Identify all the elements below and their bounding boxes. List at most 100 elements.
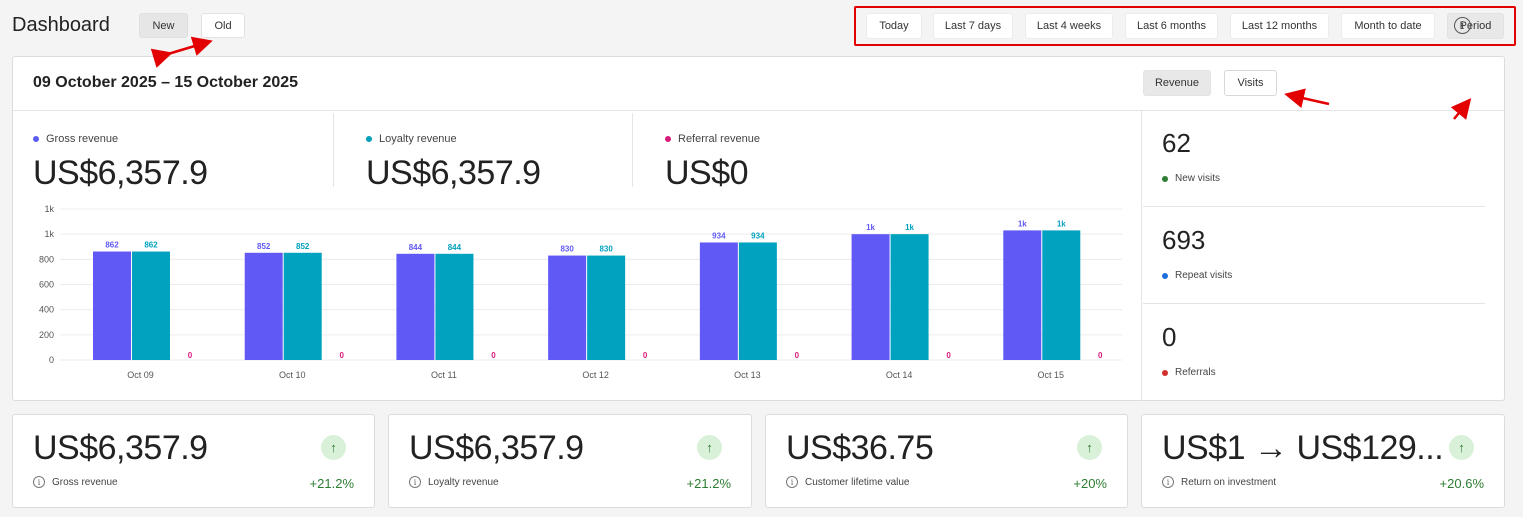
side-label-text: New visits: [1175, 173, 1221, 184]
kpi-label-text: Gross revenue: [52, 476, 118, 488]
metric-referral-value: US$0: [665, 154, 749, 192]
bar-loyalty-revenue: [890, 234, 929, 360]
kpi-label-text: Customer lifetime value: [805, 476, 910, 488]
referrals-dot-icon: [1162, 369, 1168, 376]
data-label: 830: [599, 245, 613, 254]
data-label: 862: [105, 241, 119, 250]
kpi-label: i Gross revenue: [33, 476, 118, 488]
side-label-text: Repeat visits: [1175, 270, 1233, 281]
data-label: 862: [144, 241, 158, 250]
kpi-card-roi: US$1 → US$129... ↑ i Return on investmen…: [1141, 414, 1505, 508]
y-tick-label: 0: [49, 355, 54, 365]
bar-gross-revenue: [1003, 230, 1042, 360]
metric-divider: [632, 113, 633, 187]
period-last-7-days-button[interactable]: Last 7 days: [933, 13, 1013, 39]
period-last-6-months-button[interactable]: Last 6 months: [1125, 13, 1218, 39]
data-label: 830: [560, 245, 574, 254]
side-divider-row: [1143, 206, 1485, 207]
revenue-mode-button[interactable]: Revenue: [1143, 70, 1211, 96]
period-today-button[interactable]: Today: [866, 13, 922, 39]
referrals-value: 0: [1162, 322, 1177, 352]
bar-loyalty-revenue: [1042, 230, 1081, 360]
period-last-4-weeks-button[interactable]: Last 4 weeks: [1025, 13, 1113, 39]
kpi-label-text: Loyalty revenue: [428, 476, 499, 488]
kpi-value: US$6,357.9: [409, 429, 584, 467]
x-tick-label: Oct 13: [734, 370, 761, 380]
new-visits-value: 62: [1162, 128, 1191, 158]
info-icon[interactable]: i: [1454, 17, 1471, 34]
kpi-value: US$36.75: [786, 429, 934, 467]
kpi-card-clv: US$36.75 ↑ i Customer lifetime value +20…: [765, 414, 1128, 508]
kpi-label-text: Return on investment: [1181, 476, 1277, 488]
kpi-label: i Loyalty revenue: [409, 476, 499, 488]
data-label: 0: [1098, 351, 1103, 360]
info-icon[interactable]: i: [33, 476, 45, 488]
metric-gross-value: US$6,357.9: [33, 154, 208, 192]
bar-gross-revenue: [699, 242, 738, 360]
bar-loyalty-revenue: [738, 242, 777, 360]
toggle-old-button[interactable]: Old: [201, 13, 245, 38]
data-label: 844: [448, 243, 462, 252]
bar-loyalty-revenue: [283, 252, 322, 360]
side-divider-row: [1143, 303, 1485, 304]
data-label: 0: [643, 351, 648, 360]
x-tick-label: Oct 10: [279, 370, 306, 380]
data-label: 934: [712, 231, 726, 240]
page-title: Dashboard: [12, 14, 110, 36]
data-label: 844: [409, 243, 423, 252]
period-last-12-months-button[interactable]: Last 12 months: [1230, 13, 1329, 39]
gross-dot-icon: [33, 136, 39, 142]
y-tick-label: 1k: [44, 204, 54, 214]
date-range: 09 October 2025 – 15 October 2025: [33, 74, 299, 91]
kpi-change: +20.6%: [1439, 476, 1484, 491]
data-label: 0: [946, 351, 951, 360]
data-label: 0: [795, 351, 800, 360]
kpi-change: +21.2%: [309, 476, 354, 491]
info-icon[interactable]: i: [1162, 476, 1174, 488]
bar-gross-revenue: [396, 253, 435, 360]
y-tick-label: 600: [39, 280, 54, 290]
data-label: 1k: [1018, 219, 1027, 228]
metric-divider: [333, 113, 334, 187]
new-visits-label: New visits: [1162, 173, 1220, 184]
info-icon[interactable]: i: [409, 476, 421, 488]
bar-loyalty-revenue: [587, 255, 626, 360]
kpi-change: +21.2%: [686, 476, 731, 491]
arrow-up-icon: ↑: [1077, 435, 1102, 460]
metric-gross-label: Gross revenue: [33, 133, 118, 145]
metric-label-text: Referral revenue: [678, 133, 760, 145]
visits-mode-button[interactable]: Visits: [1224, 70, 1277, 96]
repeat-visits-dot-icon: [1162, 272, 1168, 279]
kpi-card-gross: US$6,357.9 ↑ i Gross revenue +21.2%: [12, 414, 375, 508]
kpi-label: i Customer lifetime value: [786, 476, 909, 488]
x-tick-label: Oct 15: [1038, 370, 1065, 380]
header-divider: [13, 110, 1504, 111]
metric-loyalty-label: Loyalty revenue: [366, 133, 457, 145]
kpi-value: US$6,357.9: [33, 429, 208, 467]
revenue-bar-chart: 0 200 400 600 800 1k 1k 862 862 0 Oct 09 852 852 0 Oct…: [39, 204, 1122, 380]
arrow-up-icon: ↑: [321, 435, 346, 460]
referral-dot-icon: [665, 136, 671, 142]
data-label: 1k: [905, 223, 914, 232]
bar-loyalty-revenue: [435, 253, 474, 360]
data-label: 0: [491, 351, 496, 360]
x-tick-label: Oct 12: [582, 370, 609, 380]
annotation-arrow: [150, 36, 213, 68]
metric-referral-label: Referral revenue: [665, 133, 760, 145]
info-icon[interactable]: i: [786, 476, 798, 488]
bar-gross-revenue: [244, 252, 283, 360]
x-tick-label: Oct 14: [886, 370, 913, 380]
period-month-to-date-button[interactable]: Month to date: [1341, 13, 1435, 39]
side-divider: [1141, 110, 1142, 401]
bar-gross-revenue: [851, 234, 890, 360]
loyalty-dot-icon: [366, 136, 372, 142]
y-tick-label: 200: [39, 330, 54, 340]
kpi-value: US$1 → US$129...: [1162, 429, 1444, 467]
y-tick-label: 800: [39, 254, 54, 264]
data-label: 1k: [866, 223, 875, 232]
repeat-visits-value: 693: [1162, 225, 1206, 255]
period-selector: Today Last 7 days Last 4 weeks Last 6 mo…: [854, 6, 1516, 46]
data-label: 934: [751, 231, 765, 240]
toggle-new-button[interactable]: New: [139, 13, 188, 38]
metric-label-text: Gross revenue: [46, 133, 119, 145]
